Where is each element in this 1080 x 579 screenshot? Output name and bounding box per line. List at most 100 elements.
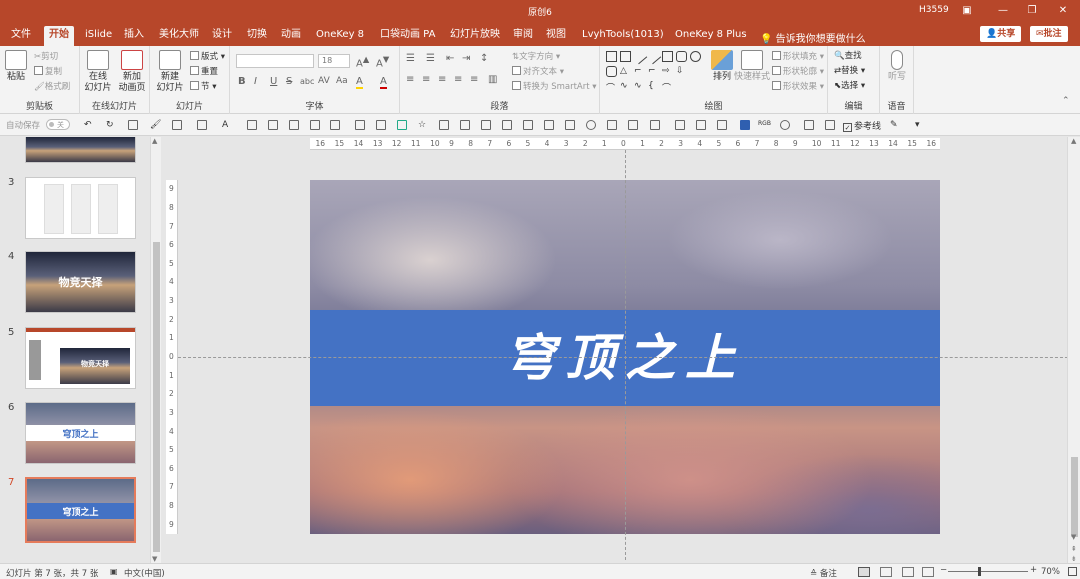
tab-onekey8plus[interactable]: OneKey 8 Plus xyxy=(670,26,752,46)
curve-shape-icon[interactable]: ∿ xyxy=(634,81,645,92)
horizontal-ruler[interactable]: 16 15 14 13 12 11 10 9 8 7 6 5 4 3 2 1 0 1 2 3 4 5 6 7 8 9 10 11 12 1… xyxy=(310,138,940,150)
shape-select-icon[interactable] xyxy=(330,120,340,130)
copy-button[interactable]: 复制 xyxy=(34,66,62,78)
target-icon[interactable] xyxy=(586,120,596,130)
triangle-shape-icon[interactable]: △ xyxy=(620,66,631,77)
right-arrow-shape-icon[interactable]: ⇨ xyxy=(662,66,673,77)
merge-shapes-icon[interactable] xyxy=(717,120,727,130)
collapse-ribbon-icon[interactable]: ⌃ xyxy=(1062,96,1070,106)
language-indicator[interactable]: 中文(中国) xyxy=(124,567,165,579)
maximize-button[interactable]: ❐ xyxy=(1017,0,1047,22)
shadow-button[interactable]: abc xyxy=(300,77,314,86)
font-color-button[interactable]: A xyxy=(380,76,387,89)
undo-icon[interactable]: ↶ xyxy=(84,120,94,130)
down-arrow-shape-icon[interactable]: ⇩ xyxy=(676,66,687,77)
find-button[interactable]: 🔍查找 xyxy=(834,50,862,62)
vertical-ruler[interactable]: 9 8 7 6 5 4 3 2 1 0 1 2 3 4 5 6 7 8 9 xyxy=(166,180,178,534)
bullets-icon[interactable]: ☰ xyxy=(406,53,415,64)
ungroup-icon[interactable] xyxy=(268,120,278,130)
color-block-icon[interactable] xyxy=(740,120,750,130)
group-icon[interactable] xyxy=(247,120,257,130)
rectangle-shape-icon[interactable] xyxy=(662,51,673,62)
align-text-button[interactable]: 对齐文本 ▾ xyxy=(512,66,564,78)
slide-thumbnail-5[interactable]: 物竞天择 xyxy=(25,327,136,389)
zoom-out-icon[interactable]: − xyxy=(940,565,947,575)
align-tool-icon[interactable] xyxy=(397,120,407,130)
font-name-input[interactable] xyxy=(236,54,314,68)
new-slide-button[interactable]: 新建 幻灯片 xyxy=(152,50,188,94)
cut-button[interactable]: ✂剪切 xyxy=(34,51,58,63)
autosave-toggle[interactable]: 关 xyxy=(46,119,70,130)
decrease-indent-icon[interactable]: ⇤ xyxy=(446,53,454,64)
share-button[interactable]: 👤共享 xyxy=(980,26,1022,42)
tab-review[interactable]: 审阅 xyxy=(508,26,538,46)
minimize-button[interactable]: — xyxy=(988,0,1018,22)
increase-indent-icon[interactable]: ⇥ xyxy=(462,53,470,64)
effects-tool-icon[interactable] xyxy=(780,120,790,130)
slide-thumbnail-3[interactable] xyxy=(25,177,136,239)
scrollbar-thumb[interactable] xyxy=(153,242,160,552)
align-left-tool-icon[interactable] xyxy=(439,120,449,130)
picture-icon[interactable] xyxy=(376,120,386,130)
rgb-icon[interactable]: RGB xyxy=(758,120,774,130)
ribbon-display-icon[interactable]: ▣ xyxy=(952,0,982,22)
smartart-button[interactable]: 转换为 SmartArt ▾ xyxy=(512,81,597,93)
pen-tool-icon[interactable]: ✎ xyxy=(890,120,900,130)
zoom-slider-knob[interactable] xyxy=(978,567,981,576)
align-center-tool-icon[interactable] xyxy=(460,120,470,130)
textbox-shape-icon[interactable] xyxy=(606,51,617,62)
bold-button[interactable]: B xyxy=(238,76,246,87)
tell-me-search[interactable]: 💡 告诉我你想要做什么 xyxy=(760,30,866,45)
vertical-guide[interactable] xyxy=(625,150,626,560)
tab-file[interactable]: 文件 xyxy=(6,26,36,46)
fit-to-window-icon[interactable] xyxy=(1068,567,1077,576)
notes-button[interactable]: ≙ 备注 xyxy=(810,567,837,579)
customize-qat-icon[interactable]: ▾ xyxy=(915,120,925,130)
dictate-button[interactable]: 听写 xyxy=(880,50,914,83)
star-icon[interactable]: ☆ xyxy=(418,120,428,130)
section-button[interactable]: 节 ▾ xyxy=(190,81,216,93)
scroll-up-icon[interactable]: ▲ xyxy=(152,137,157,145)
change-case-button[interactable]: Aa xyxy=(336,76,348,86)
rounded-rect-shape-icon[interactable] xyxy=(676,51,687,62)
font-size-input[interactable]: 18 xyxy=(318,54,350,68)
slide-thumbnail-6[interactable]: 穹顶之上 xyxy=(25,402,136,464)
tab-transitions[interactable]: 切换 xyxy=(242,26,272,46)
thumbnail-scrollbar[interactable]: ▲ ▼ xyxy=(150,137,161,563)
tab-meihua[interactable]: 美化大师 xyxy=(154,26,204,46)
line-color-icon[interactable] xyxy=(197,120,207,130)
tab-animations[interactable]: 动画 xyxy=(276,26,306,46)
bracket-shape-icon[interactable]: ⌒ xyxy=(662,81,673,94)
redo-icon[interactable]: ↻ xyxy=(106,120,116,130)
layout-button[interactable]: 版式 ▾ xyxy=(190,51,225,63)
quick-styles-button[interactable]: 快速样式 xyxy=(734,50,770,83)
scroll-down-icon[interactable]: ▼ xyxy=(152,555,157,563)
reading-view-icon[interactable] xyxy=(902,567,914,577)
align-middle-tool-icon[interactable] xyxy=(523,120,533,130)
tab-view[interactable]: 视图 xyxy=(541,26,571,46)
align-right-icon[interactable]: ≡ xyxy=(438,74,446,85)
send-backward-icon[interactable] xyxy=(310,120,320,130)
crop-picture-icon[interactable] xyxy=(355,120,365,130)
tab-slideshow[interactable]: 幻灯片放映 xyxy=(445,26,505,46)
highlight-color-button[interactable]: A xyxy=(356,76,363,89)
distributed-icon[interactable]: ≡ xyxy=(470,74,478,85)
distribute-h-icon[interactable] xyxy=(607,120,617,130)
format-painter-button[interactable]: 🖌格式刷 xyxy=(34,81,70,93)
italic-button[interactable]: I xyxy=(254,76,257,87)
tab-insert[interactable]: 插入 xyxy=(119,26,149,46)
shape-fill-button[interactable]: 形状填充 ▾ xyxy=(772,51,824,63)
eraser-icon[interactable] xyxy=(825,120,835,130)
previous-slide-icon[interactable]: ⇞ xyxy=(1071,545,1077,553)
scrollbar-thumb[interactable] xyxy=(1071,457,1078,537)
paste-button[interactable]: 粘贴 xyxy=(2,50,30,83)
zoom-in-icon[interactable]: + xyxy=(1030,565,1037,575)
spell-check-icon[interactable] xyxy=(804,120,814,130)
normal-view-icon[interactable] xyxy=(858,567,870,577)
line-shape-icon[interactable] xyxy=(631,48,648,65)
slide-thumbnail-4[interactable]: 物竞天择 xyxy=(25,251,136,313)
align-bottom-tool-icon[interactable] xyxy=(544,120,554,130)
elbow-connector-shape-icon[interactable]: ⌐ xyxy=(648,66,659,77)
justify-icon[interactable]: ≡ xyxy=(454,74,462,85)
user-name[interactable]: H3559 xyxy=(919,5,949,15)
